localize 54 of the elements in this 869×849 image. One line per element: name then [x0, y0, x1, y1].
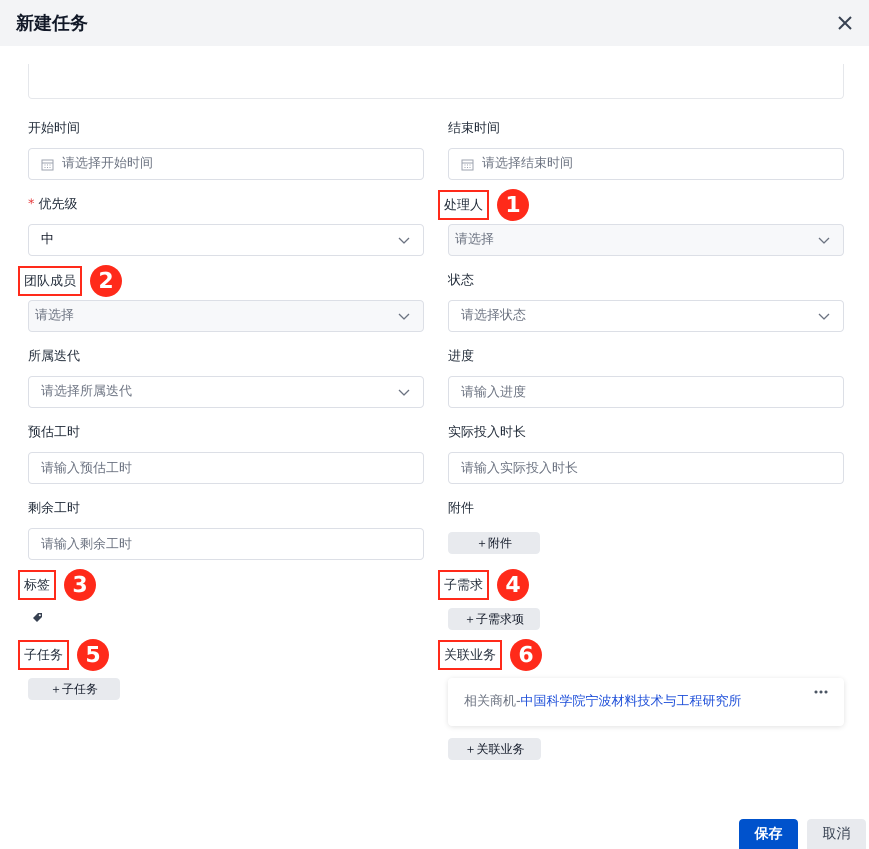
highlighted-label: 处理人 [438, 190, 489, 220]
field-label: 结束时间 [448, 121, 500, 136]
placeholder-text: 请选择 [35, 307, 75, 326]
placeholder-text: 请选择结束时间 [482, 155, 573, 174]
text-input[interactable]: 请输入实际投入时长 [448, 452, 844, 484]
save-button[interactable]: 保存 [739, 819, 798, 849]
field-label: 状态 [448, 273, 474, 288]
add-button[interactable]: ＋子任务 [28, 678, 120, 700]
field-label: 进度 [448, 349, 474, 364]
placeholder-text: 请选择所属迭代 [41, 383, 133, 402]
highlighted-label: 标签 [18, 570, 56, 600]
callout-number: 4 [497, 569, 529, 601]
callout-number: 6 [510, 639, 542, 671]
close-icon[interactable] [837, 15, 853, 31]
text-input[interactable]: 请输入剩余工时 [28, 528, 424, 560]
placeholder-text: 请选择状态 [461, 307, 527, 326]
field-label: 附件 [448, 501, 474, 516]
cancel-button[interactable]: 取消 [807, 819, 866, 849]
callout-number: 3 [64, 569, 96, 601]
field-label: 剩余工时 [28, 501, 80, 516]
highlighted-label: 子需求 [438, 570, 489, 600]
callout-number: 5 [77, 639, 109, 671]
field-label: 开始时间 [28, 121, 80, 136]
field-label: 优先级 [38, 197, 78, 212]
select-value: 中 [41, 231, 55, 250]
required-asterisk: * [28, 197, 34, 212]
select-field[interactable]: 请选择 [28, 300, 424, 332]
add-button[interactable]: ＋附件 [448, 532, 540, 554]
date-picker[interactable]: 请选择开始时间 [28, 148, 424, 180]
text-input[interactable]: 请输入预估工时 [28, 452, 424, 484]
highlighted-label: 团队成员 [18, 266, 82, 296]
callout-number: 1 [497, 189, 529, 221]
text-input[interactable]: 请输入进度 [448, 376, 844, 408]
placeholder-text: 请选择 [455, 231, 495, 250]
calendar-icon [461, 158, 474, 170]
add-button[interactable]: ＋子需求项 [448, 608, 540, 630]
highlighted-label: 关联业务 [438, 640, 502, 670]
related-text[interactable]: 相关商机-中国科学院宁波材料技术与工程研究所 [464, 692, 742, 712]
field-label: 所属迭代 [28, 349, 80, 364]
more-icon[interactable] [814, 690, 828, 694]
placeholder-text: 请选择开始时间 [62, 155, 153, 174]
highlighted-label: 子任务 [18, 640, 69, 670]
field-label: 实际投入时长 [448, 425, 526, 440]
tag-icon [32, 612, 43, 623]
callout-number: 2 [90, 265, 122, 297]
add-button[interactable]: ＋关联业务 [448, 738, 541, 760]
select-field[interactable]: 中 [28, 224, 424, 256]
field-label: 预估工时 [28, 425, 80, 440]
dialog-title: 新建任务 [16, 12, 88, 36]
select-field[interactable]: 请选择状态 [448, 300, 844, 332]
select-field[interactable]: 请选择 [448, 224, 844, 256]
date-picker[interactable]: 请选择结束时间 [448, 148, 844, 180]
select-field[interactable]: 请选择所属迭代 [28, 376, 424, 408]
calendar-icon [41, 158, 54, 170]
